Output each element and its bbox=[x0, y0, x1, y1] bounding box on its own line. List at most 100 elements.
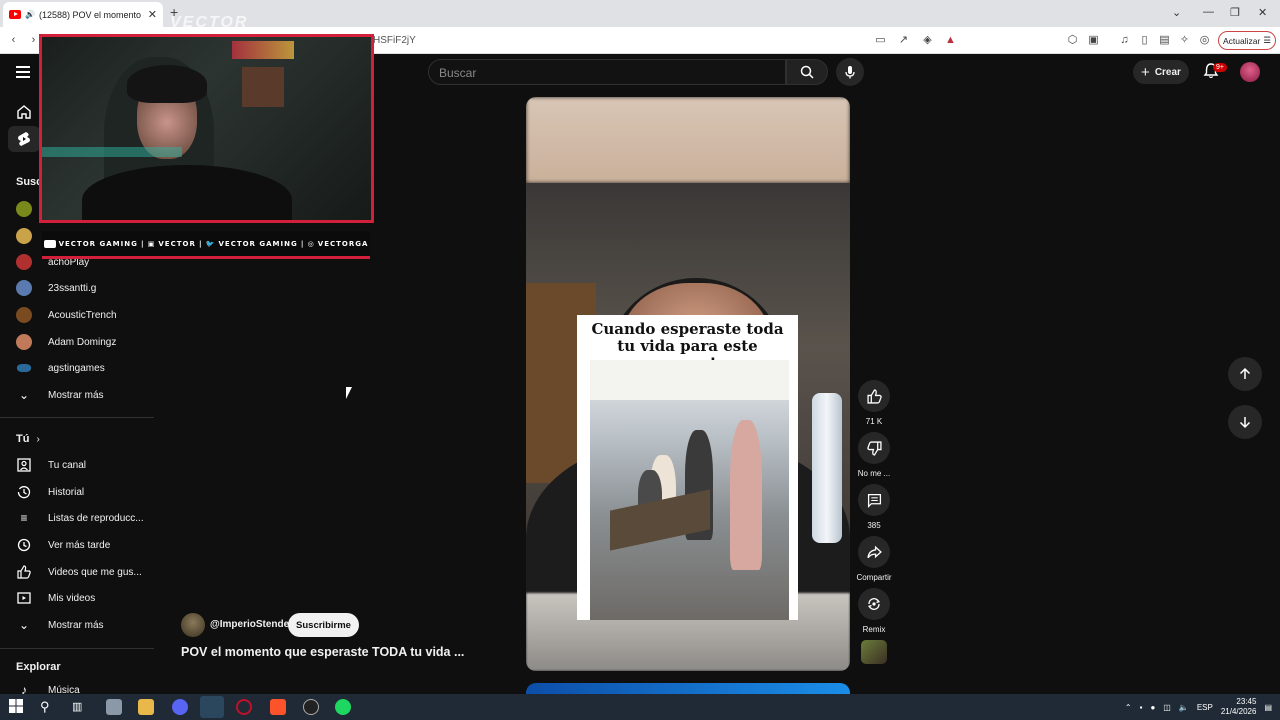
streamer-logo-watermark: VECTOR bbox=[170, 14, 249, 31]
nav-playlists[interactable]: ≡ Listas de reproducc... bbox=[16, 508, 144, 528]
brave-browser-icon[interactable] bbox=[270, 699, 286, 715]
show-more-subscriptions[interactable]: ⌄ Mostrar más bbox=[16, 385, 104, 405]
cast-icon[interactable]: ▭ bbox=[874, 34, 887, 47]
channel-avatar[interactable] bbox=[181, 613, 205, 637]
dislike-action[interactable]: No me ... bbox=[858, 432, 890, 478]
nav-liked-videos[interactable]: Videos que me gus... bbox=[16, 562, 142, 582]
search-icon[interactable]: ⚲ bbox=[40, 699, 56, 715]
divider bbox=[0, 417, 154, 418]
steam-icon[interactable] bbox=[200, 696, 224, 718]
dislike-button[interactable] bbox=[858, 432, 890, 464]
tab-groups-icon[interactable]: ▣ bbox=[1087, 34, 1100, 47]
short-video-player[interactable]: Cuando esperaste toda tu vida para este … bbox=[526, 97, 850, 671]
arrow-down-icon bbox=[1239, 417, 1251, 429]
desk-light-image bbox=[42, 147, 182, 157]
comments-button[interactable] bbox=[858, 484, 890, 516]
nav-label: Listas de reproducc... bbox=[48, 512, 144, 524]
sidebar-toggle-icon[interactable]: ▯ bbox=[1138, 34, 1151, 47]
language-indicator[interactable]: ESP bbox=[1197, 703, 1213, 712]
volume-icon[interactable]: 🔈 bbox=[1179, 703, 1189, 712]
nav-watch-later[interactable]: Ver más tarde bbox=[16, 535, 110, 555]
search-input[interactable]: Buscar bbox=[428, 59, 786, 85]
leo-ai-icon[interactable]: ✧ bbox=[1178, 34, 1191, 47]
create-button[interactable]: + Crear bbox=[1133, 60, 1189, 84]
windows-start-icon[interactable] bbox=[9, 699, 25, 715]
network-icon[interactable]: ◫ bbox=[1163, 703, 1171, 712]
water-bottle-image bbox=[812, 393, 842, 543]
separator: | bbox=[141, 239, 145, 248]
wallet-icon[interactable]: ▤ bbox=[1158, 34, 1171, 47]
clock[interactable]: 23:45 21/4/2026 bbox=[1221, 697, 1257, 717]
notification-center-icon[interactable]: ▤ bbox=[1264, 703, 1272, 712]
share-page-icon[interactable]: ↗ bbox=[897, 34, 910, 47]
address-bar[interactable]: HSFiF2jY bbox=[373, 35, 416, 46]
app-icon[interactable] bbox=[106, 699, 122, 715]
remix-label: Remix bbox=[862, 625, 886, 634]
subscription-item[interactable]: Adam Domingz bbox=[16, 332, 116, 352]
remix-button[interactable] bbox=[858, 588, 890, 620]
browser-tab[interactable]: 🔊 (12588) POV el momento que esperaste T… bbox=[3, 2, 163, 27]
file-explorer-icon[interactable] bbox=[138, 699, 154, 715]
subscription-item[interactable]: agstingames bbox=[16, 358, 105, 378]
show-more-label: Mostrar más bbox=[48, 619, 104, 631]
home-icon[interactable] bbox=[16, 104, 34, 122]
comment-icon bbox=[867, 493, 881, 508]
show-more-you[interactable]: ⌄ Mostrar más bbox=[16, 615, 104, 635]
nav-label: Ver más tarde bbox=[48, 539, 111, 551]
vpn-icon[interactable]: ◎ bbox=[1198, 34, 1211, 47]
back-icon[interactable]: ‹ bbox=[7, 34, 20, 47]
brave-shields-icon[interactable]: ◈ bbox=[921, 34, 934, 47]
task-view-icon[interactable]: ▥ bbox=[72, 699, 88, 715]
search-button[interactable] bbox=[786, 59, 828, 85]
like-button[interactable] bbox=[858, 380, 890, 412]
nav-history[interactable]: Historial bbox=[16, 482, 84, 502]
subscription-name: AcousticTrench bbox=[48, 309, 117, 321]
subscription-item[interactable]: AcousticTrench bbox=[16, 305, 117, 325]
close-window-button[interactable]: ✕ bbox=[1258, 6, 1267, 19]
share-action[interactable]: Compartir bbox=[856, 536, 892, 582]
tab-title: (12588) POV el momento que esperaste TOD… bbox=[38, 9, 144, 20]
opera-gx-icon[interactable] bbox=[236, 699, 252, 715]
obs-icon[interactable] bbox=[303, 699, 319, 715]
maximize-button[interactable]: ❐ bbox=[1230, 6, 1240, 19]
tray-app-icon[interactable]: ▪ bbox=[1140, 703, 1143, 712]
guide-menu-icon[interactable] bbox=[16, 66, 30, 78]
video-top-blur bbox=[526, 97, 850, 183]
nav-my-videos[interactable]: Mis videos bbox=[16, 588, 95, 608]
media-icon[interactable]: ♫ bbox=[1118, 34, 1131, 47]
voice-search-button[interactable] bbox=[836, 58, 864, 86]
chevron-down-icon: ⌄ bbox=[18, 618, 30, 632]
next-short-button[interactable] bbox=[1228, 405, 1262, 439]
like-action[interactable]: 71 K bbox=[858, 380, 890, 426]
shorts-nav-item[interactable] bbox=[8, 126, 40, 152]
youtube-icon bbox=[43, 239, 56, 248]
previous-short-button[interactable] bbox=[1228, 357, 1262, 391]
update-button[interactable]: Actualizar ☰ bbox=[1218, 31, 1276, 50]
subscription-name: 23ssantti.g bbox=[48, 282, 97, 294]
channel-name[interactable]: @ImperioStendel bbox=[210, 619, 292, 630]
brave-rewards-icon[interactable]: ▲ bbox=[944, 34, 957, 47]
microphone-tray-icon[interactable]: ● bbox=[1150, 703, 1155, 712]
remix-icon bbox=[867, 598, 881, 610]
user-avatar[interactable] bbox=[1240, 62, 1260, 82]
short-title[interactable]: POV el momento que esperaste TODA tu vid… bbox=[181, 645, 464, 659]
remix-action[interactable]: Remix bbox=[858, 588, 890, 634]
tray-chevron-icon[interactable]: ⌃ bbox=[1125, 703, 1132, 712]
discord-icon[interactable] bbox=[172, 699, 188, 715]
spotify-icon[interactable] bbox=[335, 699, 351, 715]
twitch-icon: ▣ bbox=[147, 239, 156, 248]
chevron-down-icon: ⌄ bbox=[18, 388, 30, 402]
tab-close-icon[interactable]: ✕ bbox=[148, 8, 157, 21]
clock-time: 23:45 bbox=[1236, 697, 1257, 706]
you-section-title[interactable]: Tú › bbox=[16, 433, 40, 445]
minimize-button[interactable]: — bbox=[1203, 6, 1214, 18]
extensions-icon[interactable]: ⬡ bbox=[1066, 34, 1079, 47]
nav-your-channel[interactable]: Tu canal bbox=[16, 455, 86, 475]
tab-search-icon[interactable]: ⌄ bbox=[1172, 6, 1181, 19]
subscription-item[interactable]: 23ssantti.g bbox=[16, 278, 96, 298]
microphone-icon bbox=[845, 66, 855, 79]
comments-action[interactable]: 385 bbox=[858, 484, 890, 530]
share-button[interactable] bbox=[858, 536, 890, 568]
subscribe-button[interactable]: Suscribirme bbox=[288, 613, 359, 637]
sound-thumbnail[interactable] bbox=[861, 640, 887, 664]
